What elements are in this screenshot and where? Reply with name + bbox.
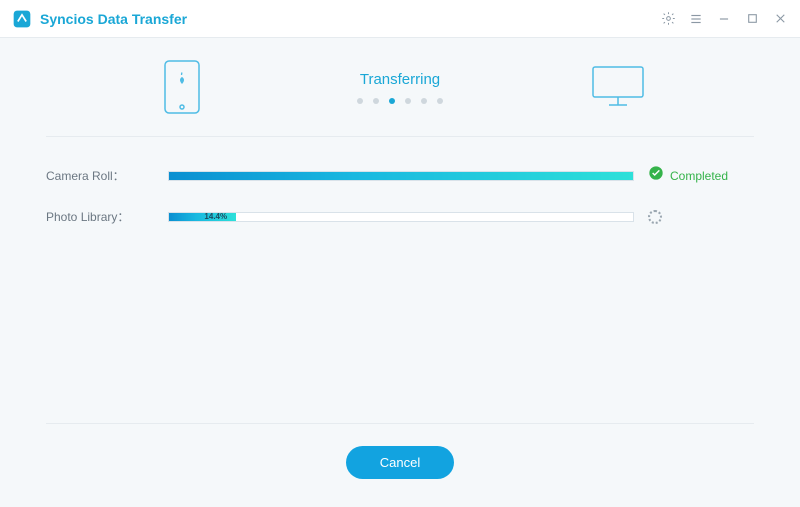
progress-row: Camera Roll： Completed	[46, 165, 754, 186]
progress-dots	[357, 98, 443, 104]
title-bar: Syncios Data Transfer	[0, 0, 800, 38]
progress-status	[648, 210, 754, 224]
footer: Cancel	[0, 423, 800, 507]
progress-dot	[373, 98, 379, 104]
divider	[46, 423, 754, 424]
progress-bar	[168, 171, 634, 181]
status-text: Completed	[670, 169, 728, 183]
progress-label: Photo Library：	[46, 208, 154, 225]
maximize-icon[interactable]	[744, 11, 760, 27]
app-title: Syncios Data Transfer	[40, 11, 187, 27]
transfer-header: Transferring	[0, 60, 800, 114]
app-logo-icon	[12, 9, 32, 29]
transfer-title: Transferring	[360, 71, 440, 88]
progress-row: Photo Library： 14.4%	[46, 208, 754, 225]
phone-apple-icon	[164, 60, 200, 114]
target-device	[590, 65, 646, 109]
gear-icon[interactable]	[660, 11, 676, 27]
source-device	[154, 60, 210, 114]
progress-dot	[357, 98, 363, 104]
progress-status: Completed	[648, 165, 754, 186]
window-controls	[660, 11, 788, 27]
monitor-icon	[591, 65, 645, 109]
progress-percent-text: 14.4%	[204, 212, 227, 222]
check-circle-icon	[648, 165, 664, 186]
progress-dot	[437, 98, 443, 104]
app-window: Syncios Data Transfer	[0, 0, 800, 507]
menu-icon[interactable]	[688, 11, 704, 27]
minimize-icon[interactable]	[716, 11, 732, 27]
cancel-button[interactable]: Cancel	[346, 446, 454, 479]
close-icon[interactable]	[772, 11, 788, 27]
progress-bar: 14.4%	[168, 212, 634, 222]
spinner-icon	[648, 210, 662, 224]
progress-dot	[389, 98, 395, 104]
progress-list: Camera Roll： Completed Photo Library： 14.4%	[0, 137, 800, 247]
progress-dot	[421, 98, 427, 104]
progress-label: Camera Roll：	[46, 167, 154, 184]
transfer-status: Transferring	[320, 71, 480, 104]
progress-dot	[405, 98, 411, 104]
progress-bar-fill	[169, 172, 633, 180]
